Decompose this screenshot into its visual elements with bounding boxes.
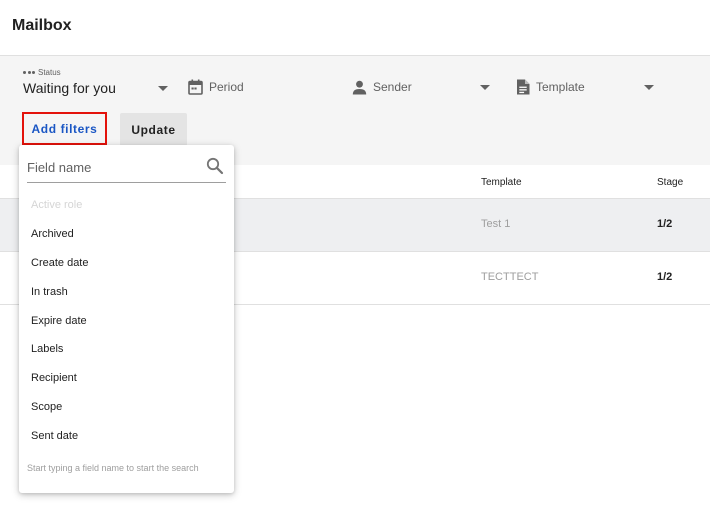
field-search [27, 155, 226, 183]
status-value: Waiting for you [23, 80, 116, 96]
period-filter[interactable]: Period [188, 76, 244, 98]
template-select[interactable]: Template [516, 76, 660, 98]
more-horizontal-icon [23, 71, 35, 74]
app-header: Mailbox [0, 0, 710, 56]
chevron-down-icon [480, 85, 490, 90]
update-button[interactable]: Update [120, 113, 187, 146]
add-filters-dropdown: Active role Archived Create date In tras… [19, 145, 234, 493]
column-header-template[interactable]: Template [481, 177, 522, 188]
add-filters-button[interactable]: Add filters [22, 112, 107, 145]
status-select[interactable]: Status Waiting for you [23, 66, 171, 100]
row-template-cell: TECTTECT [481, 271, 539, 283]
calendar-icon [188, 79, 203, 95]
menu-item-scope[interactable]: Scope [19, 393, 234, 422]
search-icon [206, 157, 224, 180]
row-stage-cell: 1/2 [657, 271, 673, 283]
column-header-stage[interactable]: Stage [657, 177, 683, 188]
page-title: Mailbox [12, 17, 72, 34]
mailbox-page: Mailbox Status Waiting for you Period Se… [0, 0, 710, 510]
menu-item-create-date[interactable]: Create date [19, 249, 234, 278]
menu-item-in-trash[interactable]: In trash [19, 278, 234, 307]
menu-item-active-role: Active role [31, 199, 83, 211]
chevron-down-icon [158, 86, 168, 91]
person-icon [352, 80, 367, 95]
row-stage-cell: 1/2 [657, 218, 673, 230]
menu-item-archived[interactable]: Archived [19, 220, 234, 249]
menu-item-labels[interactable]: Labels [19, 335, 234, 364]
template-label: Template [536, 80, 585, 94]
menu-item-expire-date[interactable]: Expire date [19, 307, 234, 336]
field-menu-list: Active role Archived Create date In tras… [19, 191, 234, 451]
period-label: Period [209, 80, 244, 94]
sender-label: Sender [373, 80, 412, 94]
field-name-input[interactable] [27, 155, 202, 179]
menu-item-sent-date[interactable]: Sent date [19, 422, 234, 451]
row-template-cell: Test 1 [481, 218, 511, 230]
document-icon [516, 79, 530, 95]
status-caption-text: Status [38, 68, 61, 77]
search-hint: Start typing a field name to start the s… [27, 463, 199, 473]
status-caption: Status [23, 68, 61, 77]
sender-select[interactable]: Sender [352, 76, 496, 98]
chevron-down-icon [644, 85, 654, 90]
menu-item-recipient[interactable]: Recipient [19, 364, 234, 393]
